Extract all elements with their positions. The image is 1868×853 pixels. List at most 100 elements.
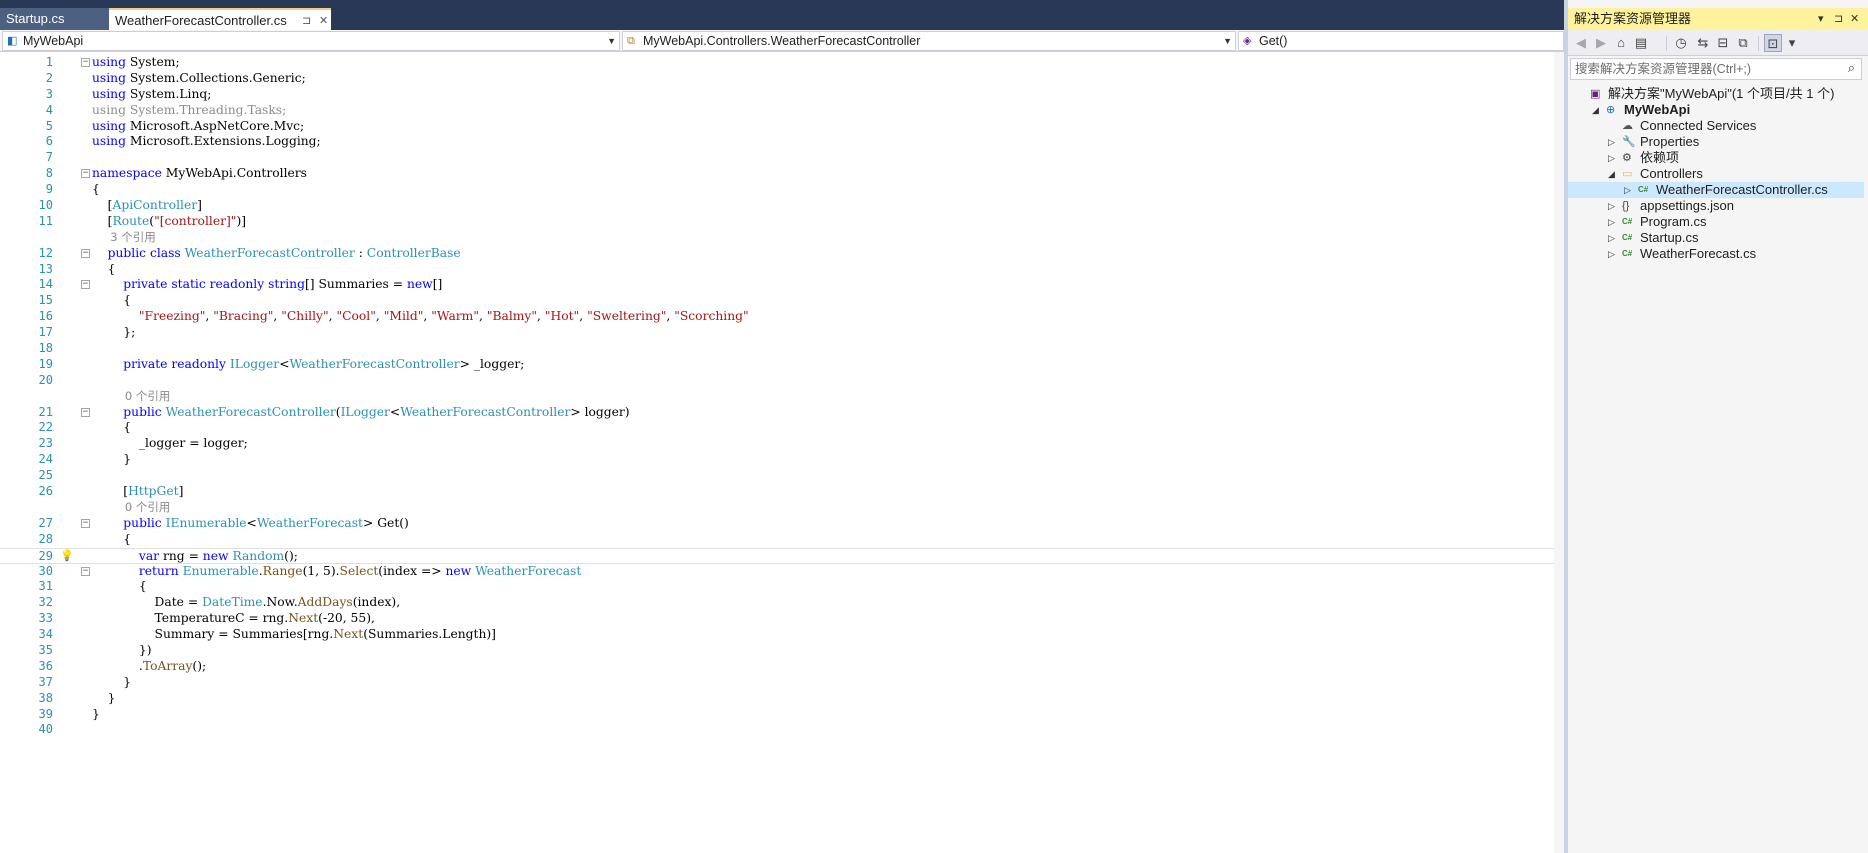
chevron-down-icon[interactable]: ▾ [1783,34,1801,52]
expanded-arrow-icon[interactable]: ◢ [1608,166,1615,182]
tree-item[interactable]: ☁ Connected Services [1568,118,1864,134]
code-token: ControllerBase [366,245,461,260]
close-icon[interactable]: ✕ [1850,8,1859,30]
tree-item[interactable]: ▷ C# Startup.cs [1568,230,1864,246]
preview-selected-items-icon[interactable]: ⊡ [1764,34,1782,52]
code-line: 15 { [0,293,1564,309]
member-dropdown[interactable]: ◈ Get() [1238,31,1564,51]
expanded-arrow-icon[interactable]: ◢ [1592,102,1599,118]
document-tab-strip: Startup.cs WeatherForecastController.cs … [0,0,1564,30]
expand-arrow-icon[interactable]: ▷ [1624,182,1631,198]
pin-icon[interactable]: ⊐ [1834,8,1843,30]
codelens-label: 0 个引用 [92,389,170,405]
collapse-icon[interactable]: − [81,248,90,258]
code-line: 38 } [0,691,1564,707]
line-number: 39 [38,706,53,721]
code-token: "[controller]" [154,213,237,228]
code-token: [ [92,198,113,213]
expand-arrow-icon[interactable]: ▷ [1608,246,1615,262]
collapse-icon[interactable]: − [81,566,90,576]
tree-item[interactable]: ▷ C# WeatherForecast.cs [1568,246,1864,262]
code-token: )] [236,213,247,228]
code-token: > _logger; [459,356,525,371]
collapse-icon[interactable]: − [81,58,90,67]
code-token: 0 个引用 [92,499,171,514]
code-token: { [92,531,132,546]
code-lines: 1− using System; 2 using System.Collections… [0,55,1564,738]
tab-startup-cs[interactable]: Startup.cs [0,8,109,30]
search-icon[interactable]: ⌕ [1848,60,1855,76]
code-token: } [92,452,132,467]
method-icon: ◈ [1243,35,1252,47]
codelens-references[interactable]: 0 个引用 [0,389,1564,405]
tree-item[interactable]: ▷ {} appsettings.json [1568,198,1864,214]
code-token: , [537,309,545,324]
tree-item[interactable]: ◢ ⊕ MyWebApi [1568,102,1864,118]
expand-arrow-icon[interactable]: ▷ [1608,150,1615,166]
codelens-references[interactable]: 3 个引用 [0,230,1564,246]
collapse-icon[interactable]: − [81,407,90,417]
line-number: 33 [38,611,53,626]
code-token: using [92,70,126,85]
sync-icon[interactable]: ⇆ [1694,34,1712,52]
tree-item-label: 依赖项 [1640,150,1680,165]
code-token: 3 个引用 [92,229,156,244]
code-token: (index => [378,563,446,578]
code-token: DateTime [202,595,263,610]
line-number: 17 [38,325,53,340]
line-number: 19 [38,356,53,371]
collapse-icon[interactable]: − [81,169,90,179]
code-text: namespace MyWebApi.Controllers [92,166,307,182]
class-dropdown[interactable]: ⧉ MyWebApi.Controllers.WeatherForecastCo… [622,31,1236,51]
tree-item[interactable]: ◢ ▭ Controllers [1568,166,1864,182]
code-text: private static readonly string[] Summari… [92,277,442,293]
tab-weatherforecastcontroller-cs[interactable]: WeatherForecastController.cs ⊐ ✕ [109,8,331,30]
connected-services-icon: ☁ [1622,120,1633,132]
code-token: { [92,261,116,276]
expand-arrow-icon[interactable]: ▷ [1608,230,1615,246]
tree-item[interactable]: ▷ 🔧 Properties [1568,134,1864,150]
code-text-area[interactable]: 1− using System; 2 using System.Collections… [0,52,1564,853]
expand-arrow-icon[interactable]: ▷ [1608,214,1615,230]
code-token: WeatherForecastController [165,404,336,419]
class-dropdown-value: MyWebApi.Controllers.WeatherForecastCont… [643,34,921,48]
search-input[interactable] [1575,61,1825,77]
tree-item[interactable]: ▷ ⚙ 依赖项 [1568,150,1864,166]
lightbulb-icon[interactable]: 💡 [60,549,74,562]
code-token: IEnumerable [165,515,247,530]
solution-explorer-search[interactable]: ⌕ [1570,58,1862,80]
code-token: , [579,309,588,324]
tree-item[interactable]: ▣ 解决方案"MyWebApi"(1 个项目/共 1 个) [1568,86,1864,102]
code-text: .ToArray(); [92,659,206,675]
collapse-icon[interactable]: − [81,518,90,528]
code-token: . [92,658,143,673]
collapse-all-icon[interactable]: ⊟ [1714,34,1732,52]
collapse-icon[interactable]: − [81,280,90,290]
code-token: (); [284,548,298,563]
code-text: _logger = logger; [92,436,248,452]
code-line: 35 }) [0,643,1564,659]
tree-item[interactable]: ▷ C# Program.cs [1568,214,1864,230]
forward-icon[interactable]: ▶ [1592,34,1610,52]
code-token: using [92,118,126,133]
project-dropdown[interactable]: ◧ MyWebApi ▼ [2,31,620,51]
home-icon[interactable]: ⌂ [1612,34,1630,52]
code-token: "Freezing" [138,309,206,324]
back-icon[interactable]: ◀ [1572,34,1590,52]
expand-arrow-icon[interactable]: ▷ [1608,198,1615,214]
expand-arrow-icon[interactable]: ▷ [1608,134,1615,150]
switch-views-icon[interactable]: ▤ [1632,34,1650,52]
codelens-references[interactable]: 0 个引用 [0,500,1564,516]
editor-vertical-scrollbar[interactable] [1554,52,1564,853]
dropdown-icon[interactable]: ▾ [1818,8,1824,30]
tree-item[interactable]: ▷ C# WeatherForecastController.cs [1568,182,1864,198]
folder-open-icon: ▭ [1622,168,1633,180]
pin-icon[interactable]: ⊐ [302,10,311,32]
code-token: MyWebApi.Controllers [161,166,307,181]
pending-changes-filter-icon[interactable]: ◷ [1672,34,1690,52]
close-icon[interactable]: ✕ [319,10,328,32]
web-project-icon: ⊕ [1606,104,1616,116]
code-line: 9{ [0,182,1564,198]
show-all-files-icon[interactable]: ⧉ [1734,34,1752,52]
